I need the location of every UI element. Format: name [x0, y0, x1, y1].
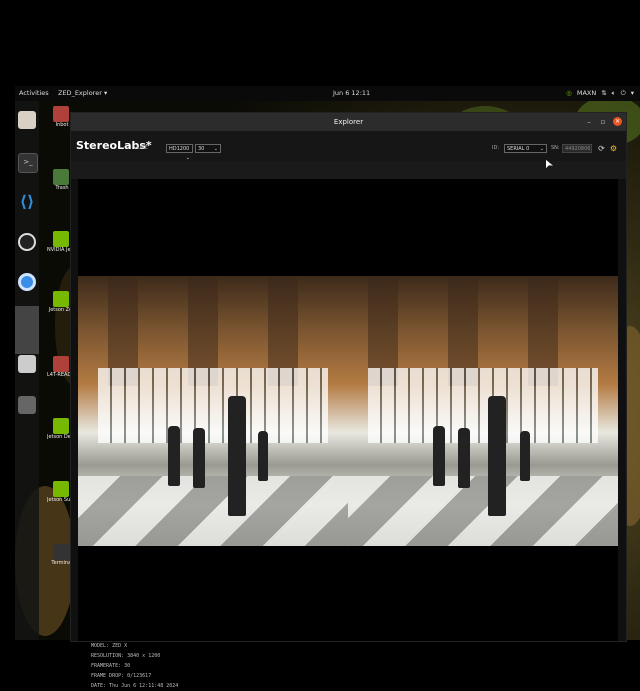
date-text: DATE: Thu Jun 6 12:11:48 2024 — [91, 683, 179, 689]
nvidia-icon — [53, 418, 69, 434]
disk-icon[interactable] — [18, 355, 36, 373]
desktop-icons: Inbot Trash NVIDIA Jets Community Jetson… — [41, 101, 77, 640]
nvidia-icon — [53, 481, 69, 497]
settings-gear-icon[interactable]: ⚙ — [609, 144, 618, 153]
camera-info: MODEL: ZED X RESOLUTION: 3840 x 1200 FRA… — [91, 641, 178, 691]
files-icon[interactable] — [18, 111, 36, 129]
live-label: LIVE — [137, 145, 148, 151]
window-controls: – ▫ ✕ — [585, 117, 622, 126]
left-camera-view — [78, 276, 348, 546]
trash-icon — [53, 169, 69, 185]
obs-icon[interactable] — [18, 233, 36, 251]
activities-button[interactable]: Activities — [19, 86, 49, 101]
power-icon[interactable]: ⏻ — [621, 86, 626, 101]
view-header — [71, 161, 626, 179]
sn-label: SN: — [551, 145, 560, 151]
fps-value: 30 — [198, 146, 205, 152]
app-menu[interactable]: ZED_Explorer ▾ — [58, 86, 107, 101]
framerate-text: FRAMERATE: 30 — [91, 663, 131, 669]
terminal-icon[interactable]: >_ — [18, 153, 38, 173]
refresh-icon[interactable]: ⟳ — [597, 144, 606, 153]
clock[interactable]: Jun 6 12:11 — [333, 86, 370, 101]
explorer-window: Explorer – ▫ ✕ StereoLabs* LIVE HD1200 ⌄… — [70, 112, 627, 689]
fps-select[interactable]: 30 ⌄ — [195, 144, 221, 153]
id-value: SERIAL 0 — [507, 146, 530, 152]
nvidia-icon — [53, 231, 69, 247]
window-titlebar[interactable]: Explorer – ▫ ✕ — [71, 113, 626, 131]
resolution-select[interactable]: HD1200 ⌄ — [166, 144, 193, 161]
zed-explorer-icon[interactable] — [15, 306, 39, 354]
right-camera-view — [348, 276, 618, 546]
chevron-down-icon[interactable]: ▾ — [631, 86, 634, 101]
toolbar: StereoLabs* LIVE HD1200 ⌄ 30 ⌄ ID: SERIA… — [71, 131, 626, 161]
system-tray[interactable]: ◎ MAXN ⇅ 🔈︎ ⏻ ▾ — [566, 86, 634, 101]
power-mode-label[interactable]: MAXN — [577, 86, 596, 101]
vscode-icon[interactable]: ⟨⟩ — [18, 193, 36, 211]
folder-icon — [53, 356, 69, 372]
window-title: Explorer — [333, 118, 364, 126]
sn-value: 44920806 — [565, 146, 591, 152]
chevron-down-icon: ⌄ — [213, 146, 218, 152]
resolution-value: HD1200 — [169, 146, 190, 152]
dock: >_ ⟨⟩ — [15, 101, 39, 640]
id-select[interactable]: SERIAL 0 ⌄ — [504, 144, 547, 153]
volume-icon[interactable]: 🔈︎ — [612, 86, 616, 101]
stereo-views — [78, 276, 618, 546]
top-bar: Activities ZED_Explorer ▾ Jun 6 12:11 ◎ … — [15, 86, 640, 101]
maximize-button[interactable]: ▫ — [599, 118, 607, 126]
trash-dock-icon[interactable] — [18, 396, 36, 414]
folder-icon — [53, 106, 69, 122]
nvidia-icon — [53, 291, 69, 307]
chromium-icon[interactable] — [18, 273, 36, 291]
minimize-button[interactable]: – — [585, 118, 593, 126]
close-button[interactable]: ✕ — [613, 117, 622, 126]
sn-field: 44920806 — [562, 144, 592, 153]
terminal-icon — [53, 544, 69, 560]
resolution-text: RESOLUTION: 3840 x 1200 — [91, 653, 161, 659]
nvidia-icon[interactable]: ◎ — [566, 86, 572, 101]
model-text: MODEL: ZED X — [91, 643, 128, 649]
frame-drop-text: FRAME DROP: 0/123617 — [91, 673, 152, 679]
id-label: ID: — [492, 145, 500, 151]
screen: Activities ZED_Explorer ▾ Jun 6 12:11 ◎ … — [0, 0, 640, 689]
chevron-down-icon: ⌄ — [539, 146, 544, 152]
network-icon[interactable]: ⇅ — [601, 86, 606, 101]
